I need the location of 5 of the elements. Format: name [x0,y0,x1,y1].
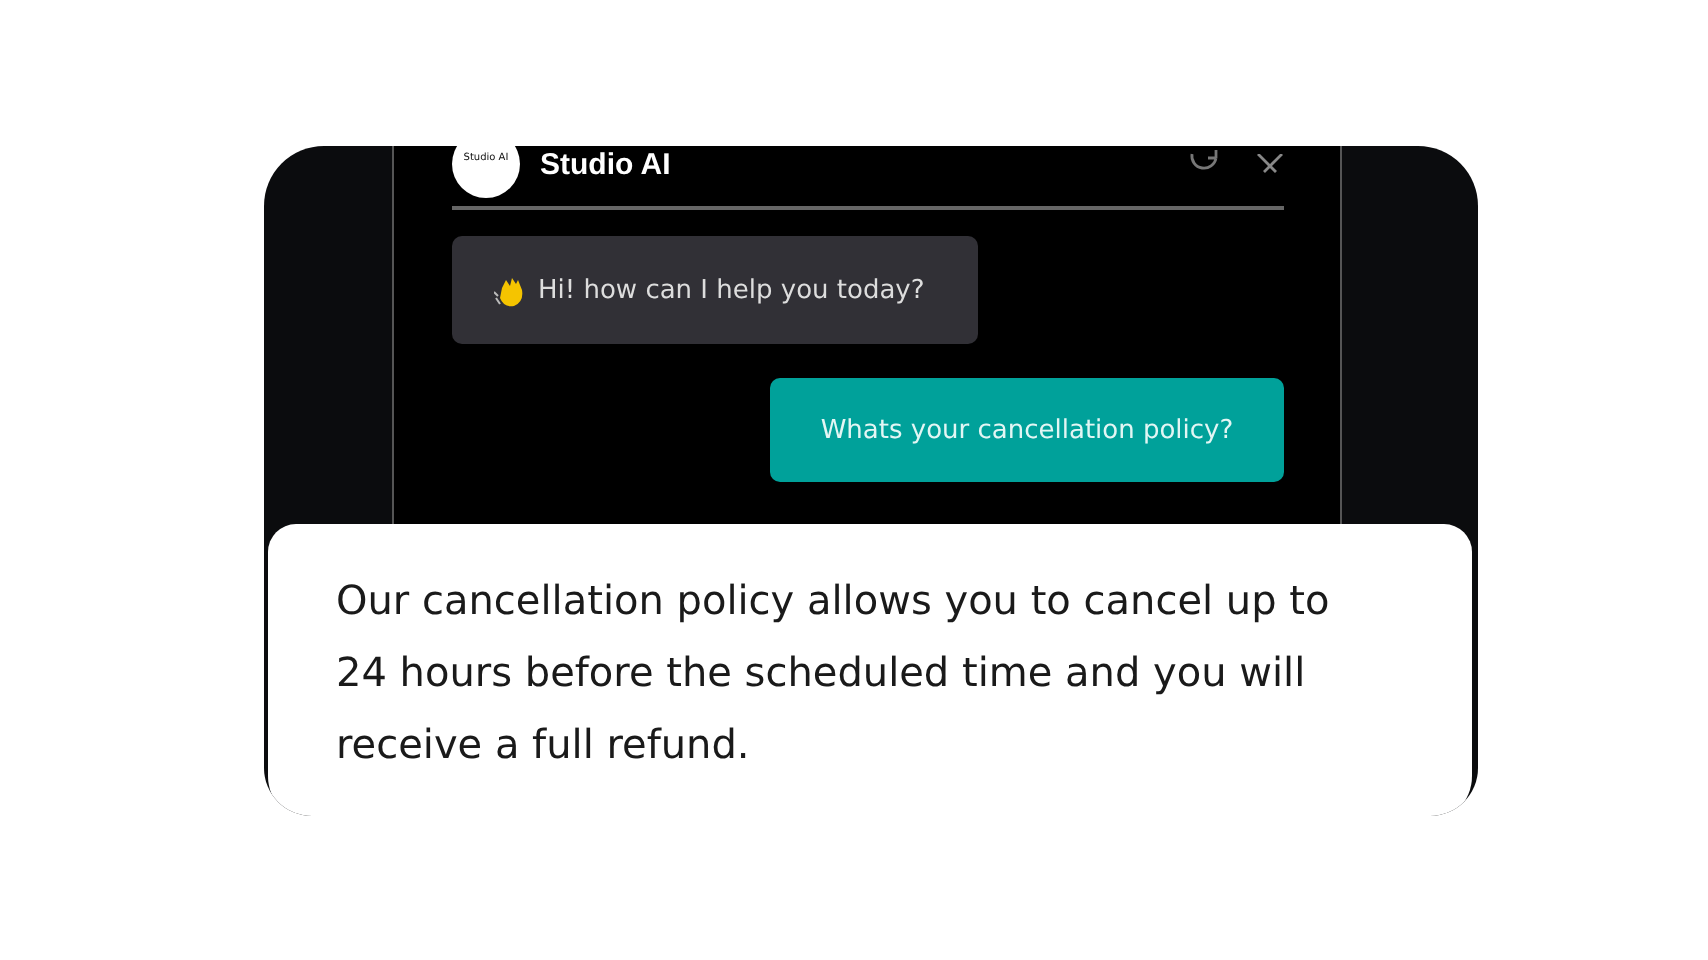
close-icon[interactable] [1256,154,1284,174]
message-text: Whats your cancellation policy? [820,415,1234,445]
answer-text: Our cancellation policy allows you to cancel up to 24 hours before the scheduled time and you will receive a full refund. [336,574,1332,772]
chat-title: Studio AI [540,147,671,181]
message-text: Hi! how can I help you today? [538,275,925,305]
